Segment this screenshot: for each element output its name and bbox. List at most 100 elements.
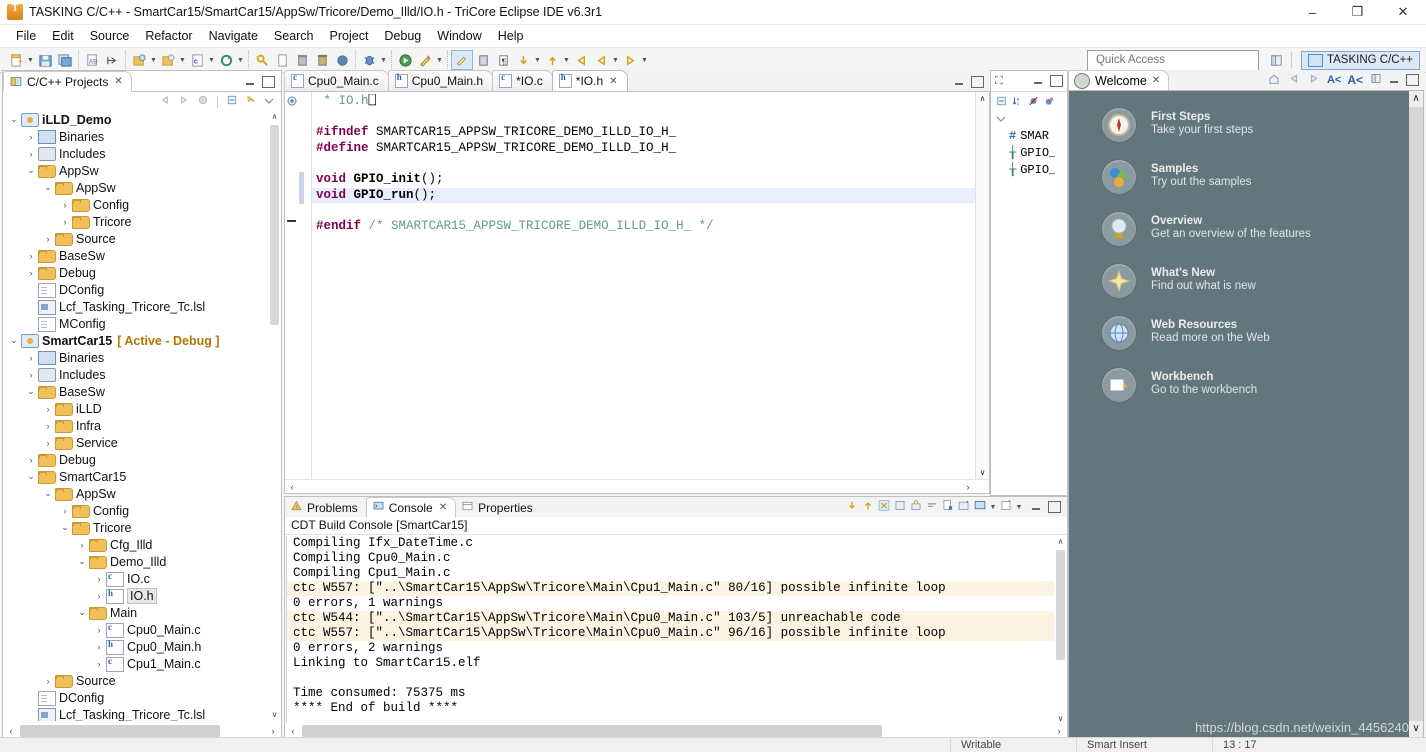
chevron-down-icon[interactable]: ⌄ — [24, 471, 38, 482]
minimize-button[interactable]: – — [1290, 0, 1335, 24]
chevron-right-icon[interactable]: › — [41, 404, 55, 414]
scroll-down-icon[interactable]: ∨ — [269, 709, 280, 721]
save-icon[interactable] — [35, 51, 55, 69]
external-tools-icon[interactable] — [415, 51, 435, 69]
code-line[interactable] — [312, 110, 975, 126]
last-edit-icon[interactable] — [513, 51, 533, 69]
chevron-right-icon[interactable]: › — [58, 200, 72, 210]
trash-icon[interactable] — [312, 51, 332, 69]
show-whitespace-icon[interactable]: ¶ — [493, 51, 513, 69]
editor-text[interactable]: * IO.h⎕ #ifndef SMARTCAR15_APPSW_TRICORE… — [312, 94, 975, 479]
sort-icon[interactable]: az — [1011, 95, 1024, 110]
back-icon[interactable] — [158, 94, 172, 109]
menu-file[interactable]: File — [8, 27, 44, 45]
search-icon[interactable] — [252, 51, 272, 69]
run-icon[interactable] — [395, 51, 415, 69]
chevron-right-icon[interactable]: › — [24, 149, 38, 159]
outline-vertical-scrollbar[interactable] — [1055, 127, 1066, 477]
menu-source[interactable]: Source — [82, 27, 138, 45]
chevron-right-icon[interactable]: › — [58, 506, 72, 516]
tree-item-lcf-tasking-tricore-tc-lsl[interactable]: Lcf_Tasking_Tricore_Tc.lsl — [3, 706, 269, 721]
scan-icon[interactable] — [332, 51, 352, 69]
open-console-icon[interactable] — [999, 499, 1013, 515]
projects-horizontal-scrollbar[interactable]: ‹ › — [4, 723, 280, 738]
chevron-down-icon[interactable]: ⌄ — [24, 386, 38, 397]
tree-item-service[interactable]: › Service — [3, 434, 269, 451]
tree-item-illd-demo[interactable]: ⌄ iLLD_Demo — [3, 111, 269, 128]
fold-expand-icon[interactable] — [287, 95, 297, 106]
block-select-icon[interactable] — [473, 51, 493, 69]
code-line[interactable]: * IO.h⎕ — [312, 94, 975, 110]
editor-vertical-scrollbar[interactable]: ∧ ∨ — [975, 92, 989, 479]
tree-item-includes[interactable]: › Includes — [3, 145, 269, 162]
scroll-right-icon[interactable]: › — [1052, 726, 1066, 736]
chevron-right-icon[interactable]: › — [41, 421, 55, 431]
tree-item-appsw[interactable]: ⌄ AppSw — [3, 485, 269, 502]
console-vertical-scrollbar[interactable]: ∧ ∨ — [1055, 536, 1066, 725]
maximize-view-icon[interactable] — [262, 76, 275, 88]
code-line[interactable]: #endif /* SMARTCAR15_APPSW_TRICORE_DEMO_… — [312, 219, 975, 235]
customize-icon[interactable] — [1369, 72, 1383, 88]
tree-item-appsw[interactable]: ⌄ AppSw — [3, 162, 269, 179]
chevron-down-icon[interactable]: ⌄ — [7, 335, 21, 346]
tree-item-infra[interactable]: › Infra — [3, 417, 269, 434]
chevron-down-icon[interactable]: ⌄ — [24, 165, 38, 176]
tree-item-includes[interactable]: › Includes — [3, 366, 269, 383]
chevron-down-icon[interactable]: ▼ — [1015, 504, 1023, 511]
close-icon[interactable]: ✕ — [114, 76, 122, 87]
home-icon[interactable] — [196, 94, 210, 109]
project-tree[interactable]: ⌄ iLLD_Demo › Binaries › Includes ⌄ AppSw ⌄ AppSw… — [3, 111, 269, 721]
link-editor-icon[interactable] — [244, 94, 258, 109]
tree-item-tricore[interactable]: ⌄ Tricore — [3, 519, 269, 536]
back-dropdown-icon[interactable]: ▼ — [611, 51, 620, 69]
chevron-down-icon[interactable]: ⌄ — [41, 488, 55, 499]
scroll-left-icon[interactable]: ‹ — [286, 726, 300, 736]
maximize-button[interactable]: ❐ — [1335, 0, 1380, 24]
welcome-scrollbar[interactable]: ∧ ∨ — [1409, 91, 1423, 737]
forward-icon[interactable] — [1307, 72, 1321, 88]
tree-item-debug[interactable]: › Debug — [3, 451, 269, 468]
chevron-right-icon[interactable]: › — [41, 676, 55, 686]
tree-item-appsw[interactable]: ⌄ AppSw — [3, 179, 269, 196]
show-console-icon[interactable] — [877, 499, 891, 515]
build-icon[interactable] — [129, 51, 149, 69]
tree-item-cfg-illd[interactable]: › Cfg_Illd — [3, 536, 269, 553]
code-line[interactable]: #define SMARTCAR15_APPSW_TRICORE_DEMO_IL… — [312, 141, 975, 157]
tree-item-smartcar15[interactable]: ⌄ SmartCar15 — [3, 468, 269, 485]
outline-item-function[interactable]: ╁ GPIO_ — [991, 144, 1055, 161]
chevron-right-icon[interactable]: › — [92, 574, 106, 584]
tree-item-cpu0-main-h[interactable]: › Cpu0_Main.h — [3, 638, 269, 655]
editor-tab-cpu0_mainc[interactable]: Cpu0_Main.c — [284, 70, 389, 91]
build-dropdown-icon[interactable]: ▼ — [149, 51, 158, 69]
font-larger-icon[interactable]: A˂ — [1347, 73, 1363, 87]
menu-help[interactable]: Help — [490, 27, 532, 45]
tree-item-io-h[interactable]: › IO.h — [3, 587, 269, 604]
refresh-icon[interactable] — [216, 51, 236, 69]
projects-vertical-scrollbar[interactable]: ∧ ∨ — [269, 111, 280, 721]
chevron-right-icon[interactable]: › — [24, 132, 38, 142]
debug-dropdown-icon[interactable]: ▼ — [379, 51, 388, 69]
next-member-dropdown-icon[interactable]: ▼ — [562, 51, 571, 69]
open-file-icon[interactable] — [272, 51, 292, 69]
welcome-item-samples[interactable]: Samples Try out the samples — [1069, 159, 1423, 195]
scroll-up-icon[interactable]: ∧ — [1409, 91, 1423, 107]
save-all-icon[interactable] — [55, 51, 75, 69]
back-icon[interactable] — [1287, 72, 1301, 88]
forward-nav-icon[interactable] — [620, 51, 640, 69]
tree-item-cpu1-main-c[interactable]: › Cpu1_Main.c — [3, 655, 269, 672]
chevron-right-icon[interactable]: › — [92, 659, 106, 669]
remove-icon[interactable] — [941, 499, 955, 515]
collapse-all-icon[interactable] — [225, 94, 239, 109]
perspective-tasking[interactable]: TASKING C/C++ — [1300, 50, 1420, 70]
lock-icon[interactable] — [909, 499, 923, 515]
close-button[interactable]: ✕ — [1380, 0, 1426, 24]
console-output[interactable]: Compiling Ifx_DateTime.c Compiling Cpu0_M… — [286, 536, 1054, 725]
menu-edit[interactable]: Edit — [44, 27, 82, 45]
editor-tab-ioc[interactable]: *IO.c — [492, 70, 553, 91]
chevron-right-icon[interactable]: › — [24, 455, 38, 465]
welcome-item-what-s-new[interactable]: What's New Find out what is new — [1069, 263, 1423, 299]
chevron-right-icon[interactable]: › — [24, 353, 38, 363]
outline-item-function[interactable]: ╁ GPIO_ — [991, 161, 1055, 178]
scroll-up-icon[interactable]: ∧ — [976, 92, 989, 105]
chevron-down-icon[interactable]: ⌄ — [75, 556, 89, 567]
